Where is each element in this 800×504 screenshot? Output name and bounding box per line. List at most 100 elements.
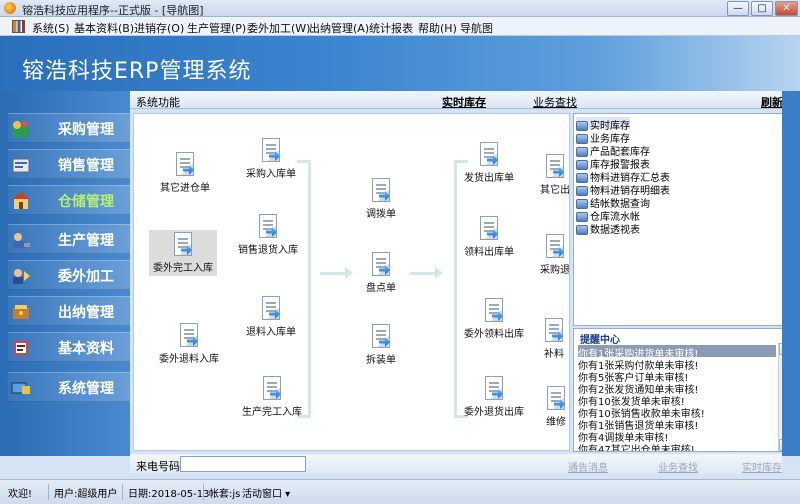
active-window-menu[interactable]: 活动窗口 ▾ bbox=[242, 485, 290, 500]
status-separator bbox=[203, 484, 204, 500]
node-material-return-inbound[interactable]: 退料入库单 bbox=[246, 296, 296, 338]
sidebar-item-purchase[interactable]: 采购管理 bbox=[8, 113, 130, 143]
tree-item-warehouse-ledger[interactable]: 仓库流水帐 bbox=[576, 208, 640, 223]
node-assembly[interactable]: 拆装单 bbox=[366, 324, 396, 366]
menu-system[interactable]: 系统(S) bbox=[32, 20, 70, 36]
sidebar-item-warehouse[interactable]: 仓储管理 bbox=[8, 185, 130, 215]
reminder-item[interactable]: 你有4调拨单未审核! bbox=[578, 429, 668, 444]
document-icon bbox=[480, 216, 498, 240]
reminder-item[interactable]: 你有47其它出仓单未审核! bbox=[578, 441, 695, 451]
sidebar-item-production[interactable]: 生产管理 bbox=[8, 224, 130, 254]
reminder-item[interactable]: 你有10张销售收款单未审核! bbox=[578, 405, 705, 420]
flow-arrow-2 bbox=[410, 267, 443, 279]
panel-header: 系统功能 实时库存 业务查找 刷新 bbox=[130, 91, 783, 110]
production-icon bbox=[13, 233, 30, 248]
menu-basic-data[interactable]: 基本资料(B) bbox=[74, 20, 134, 36]
basic-data-icon bbox=[14, 341, 28, 355]
cashier-icon bbox=[13, 305, 29, 319]
sales-icon bbox=[12, 158, 30, 173]
reminder-item[interactable]: 你有2张发货通知单未审核! bbox=[578, 381, 698, 396]
tree-item-pivot-table[interactable]: 数据透视表 bbox=[576, 221, 640, 236]
reminder-item[interactable]: 你有10张发货单未审核! bbox=[578, 393, 685, 408]
sidebar-item-label: 生产管理 bbox=[58, 233, 114, 249]
tree-item-business-stock[interactable]: 业务库存 bbox=[576, 130, 630, 145]
node-production-complete-inbound[interactable]: 生产完工入库 bbox=[242, 376, 302, 418]
node-outsource-complete-inbound[interactable]: 委外完工入库 bbox=[149, 230, 217, 276]
document-icon bbox=[372, 252, 390, 276]
document-icon bbox=[372, 324, 390, 348]
node-other-inbound[interactable]: 其它进仓单 bbox=[160, 152, 210, 194]
sidebar-item-cashier[interactable]: 出纳管理 bbox=[8, 296, 130, 326]
footer-bar: 来电号码: 通告消息 业务查找 实时库存 bbox=[130, 454, 782, 474]
node-shipping-outbound[interactable]: 发货出库单 bbox=[464, 142, 514, 184]
document-icon bbox=[545, 318, 563, 342]
document-icon bbox=[485, 376, 503, 400]
node-outsource-return-outbound[interactable]: 委外退货出库 bbox=[464, 376, 524, 418]
caller-id-input[interactable] bbox=[180, 456, 306, 472]
status-separator bbox=[48, 484, 49, 500]
sidebar-item-system[interactable]: 系统管理 bbox=[8, 372, 130, 402]
tree-item-inventory-detail[interactable]: 物料进销存明细表 bbox=[576, 182, 670, 197]
document-icon bbox=[262, 296, 280, 320]
sidebar-item-label: 出纳管理 bbox=[58, 305, 114, 321]
node-supplement[interactable]: 补料 bbox=[544, 318, 564, 360]
node-other-outbound[interactable]: 其它出 bbox=[540, 154, 569, 196]
document-icon bbox=[546, 154, 564, 178]
menu-reports[interactable]: 统计报表 bbox=[369, 20, 413, 36]
tree-item-inventory-summary[interactable]: 物料进销存汇总表 bbox=[576, 169, 670, 184]
status-greeting: 欢迎! bbox=[8, 489, 33, 500]
node-purchase-inbound[interactable]: 采购入库单 bbox=[246, 138, 296, 180]
sidebar: 采购管理 销售管理 仓储管理 生产管理 委外加工 出纳管理 基本资料 系统管理 bbox=[0, 91, 130, 456]
menu-help[interactable]: 帮助(H) bbox=[418, 20, 457, 36]
document-icon bbox=[547, 386, 565, 410]
minimize-button[interactable]: — bbox=[727, 1, 749, 16]
reminder-center: 提醒中心 你有1张采购进货单未审核! 你有1张采购付款单未审核! 你有5张客户订… bbox=[573, 328, 792, 452]
flow-arrow-1 bbox=[320, 267, 353, 279]
node-stocktake[interactable]: 盘点单 bbox=[366, 252, 396, 294]
node-outsource-return-inbound[interactable]: 委外退料入库 bbox=[159, 323, 219, 365]
tree-item-realtime-stock[interactable]: 实时库存 bbox=[576, 117, 630, 132]
business-query-tab[interactable]: 业务查找 bbox=[533, 94, 577, 110]
reminder-item[interactable]: 你有1张销售退货单未审核! bbox=[578, 417, 698, 432]
document-icon bbox=[546, 234, 564, 258]
node-purchase-return[interactable]: 采购退 bbox=[540, 234, 569, 276]
menu-app-icon bbox=[12, 20, 25, 33]
realtime-stock-link[interactable]: 实时库存 bbox=[742, 459, 782, 474]
tree-item-stock-alarm-report[interactable]: 库存报警报表 bbox=[576, 156, 650, 171]
reminder-item[interactable]: 你有1张采购进货单未审核! bbox=[578, 345, 776, 360]
menu-production[interactable]: 生产管理(P) bbox=[187, 20, 246, 36]
menu-outsource[interactable]: 委外加工(W) bbox=[247, 20, 310, 36]
close-button[interactable]: ✕ bbox=[775, 1, 798, 16]
realtime-stock-tab[interactable]: 实时库存 bbox=[442, 94, 486, 110]
tree-item-product-kit-stock[interactable]: 产品配套库存 bbox=[576, 143, 650, 158]
node-sales-return-inbound[interactable]: 销售退货入库 bbox=[238, 214, 298, 256]
maximize-button[interactable]: □ bbox=[751, 1, 773, 16]
menu-inventory[interactable]: 进销存(O) bbox=[134, 20, 184, 36]
node-transfer[interactable]: 调拨单 bbox=[366, 178, 396, 220]
menu-navigation[interactable]: 导航图 bbox=[460, 20, 493, 36]
reminder-item[interactable]: 你有1张采购付款单未审核! bbox=[578, 357, 698, 372]
sidebar-item-label: 委外加工 bbox=[58, 269, 114, 285]
document-icon bbox=[180, 323, 198, 347]
sidebar-item-basic-data[interactable]: 基本资料 bbox=[8, 332, 130, 362]
sidebar-item-outsource[interactable]: 委外加工 bbox=[8, 260, 130, 290]
sidebar-item-label: 采购管理 bbox=[58, 122, 114, 138]
warehouse-flow-diagram: 其它进仓单 委外完工入库 委外退料入库 采购入库单 销售退货入库 退料入库单 生… bbox=[133, 113, 570, 451]
sidebar-item-sales[interactable]: 销售管理 bbox=[8, 149, 130, 179]
node-material-outbound[interactable]: 领料出库单 bbox=[464, 216, 514, 258]
node-outsource-material-outbound[interactable]: 委外领料出库 bbox=[464, 298, 524, 340]
menu-cashier[interactable]: 出纳管理(A) bbox=[309, 20, 369, 36]
report-icon bbox=[576, 225, 588, 235]
reminder-item[interactable]: 你有5张客户订单未审核! bbox=[578, 369, 688, 384]
business-query-link[interactable]: 业务查找 bbox=[658, 459, 698, 474]
refresh-link[interactable]: 刷新 bbox=[761, 94, 783, 110]
sidebar-item-label: 基本资料 bbox=[58, 341, 114, 357]
tree-item-closing-query[interactable]: 结帐数据查询 bbox=[576, 195, 650, 210]
document-icon bbox=[485, 298, 503, 322]
banner: 镕浩科技ERP管理系统 bbox=[0, 36, 800, 91]
document-icon bbox=[176, 152, 194, 176]
banner-title: 镕浩科技ERP管理系统 bbox=[22, 59, 252, 84]
node-repair[interactable]: 维修 bbox=[546, 386, 566, 428]
system-function-label: 系统功能 bbox=[136, 96, 180, 109]
notice-message-link[interactable]: 通告消息 bbox=[568, 459, 608, 474]
